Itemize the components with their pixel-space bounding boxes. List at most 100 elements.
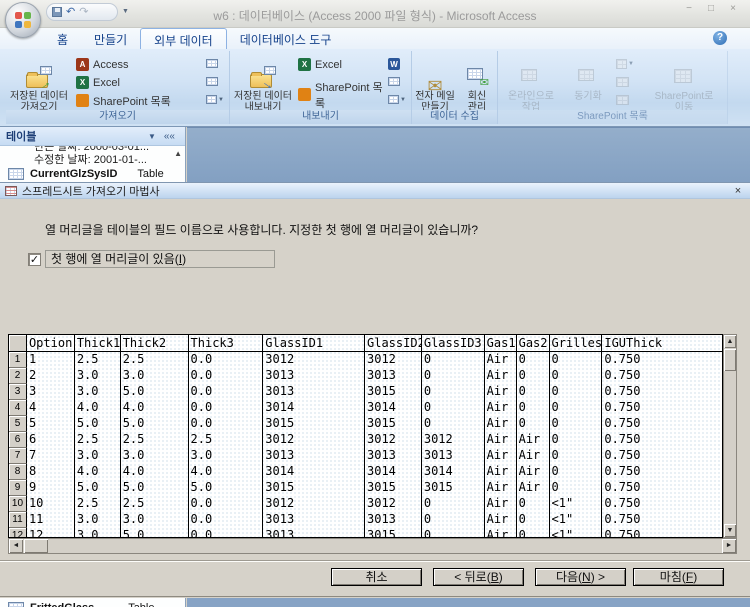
finish-button[interactable]: 마침(F): [633, 568, 724, 586]
scroll-down-icon[interactable]: ▼: [724, 524, 736, 537]
scroll-up-icon[interactable]: ▲: [724, 335, 736, 348]
ribbon-group-collect-data: ✉ 전자 메일 만들기 ✉ 회신 관리 데이터 수집: [412, 51, 498, 124]
table-cell: 5: [27, 416, 75, 432]
horizontal-scrollbar[interactable]: ◄ ►: [8, 538, 737, 554]
create-email-icon: ✉: [425, 66, 445, 88]
table-cell: 0: [422, 496, 485, 512]
table-cell: 3: [27, 384, 75, 400]
saved-exports-button[interactable]: → 저장된 데이터 내보내기: [234, 54, 292, 110]
table-cell: 3.0: [75, 448, 121, 464]
export-excel-button[interactable]: X Excel: [298, 57, 390, 72]
table-cell: 4.0: [189, 464, 264, 480]
save-icon[interactable]: [52, 7, 62, 17]
help-icon[interactable]: ?: [713, 31, 727, 45]
import-textfile-button[interactable]: [206, 56, 224, 71]
import-excel-button[interactable]: X Excel: [76, 75, 204, 90]
export-more-button[interactable]: ▼: [388, 92, 406, 107]
import-more-button[interactable]: ▼: [206, 92, 224, 107]
import-access-button[interactable]: A Access: [76, 57, 204, 72]
tab-home[interactable]: 홈: [44, 28, 81, 49]
cancel-button[interactable]: 취소: [331, 568, 422, 586]
synchronize-icon: [578, 66, 598, 88]
close-button[interactable]: ×: [726, 3, 740, 14]
table-row: 773.03.03.0301330133013AirAir00.750: [9, 448, 722, 464]
export-sharepoint-button[interactable]: SharePoint 목록: [298, 87, 390, 102]
nav-scroll-up-icon[interactable]: ▲: [174, 149, 182, 158]
table-cell: 0.750: [602, 368, 722, 384]
nav-pane-header[interactable]: 테이블 ▼ ««: [0, 127, 185, 146]
table-cell: 4.0: [75, 400, 121, 416]
export-word-button[interactable]: W: [388, 56, 406, 71]
table-cell: 3015: [365, 416, 422, 432]
redo-icon[interactable]: ↷: [79, 7, 88, 17]
tab-external-data[interactable]: 외부 데이터: [140, 28, 227, 49]
workspace-background: [187, 127, 750, 182]
ribbon-group-import: → 저장된 데이터 가져오기 A Access X Excel SharePoi…: [6, 51, 230, 124]
vertical-scroll-thumb[interactable]: [724, 349, 736, 371]
table-cell: 3012: [365, 432, 422, 448]
table-cell: 5.0: [121, 528, 189, 538]
export-textfile-button[interactable]: [388, 74, 406, 89]
ribbon-group-sharepoint-lists: 온라인으로 작업 동기화 ▼ SharePoint로 이동 SharePoint…: [498, 51, 728, 124]
create-email-button[interactable]: ✉ 전자 메일 만들기: [412, 54, 458, 110]
table-cell: 0: [517, 352, 550, 368]
table-cell: 5.0: [121, 480, 189, 496]
manage-replies-button[interactable]: ✉ 회신 관리: [458, 54, 496, 110]
data-preview: OptionThick1Thick2Thick3GlassID1GlassID2…: [8, 334, 737, 554]
table-cell: 3012: [263, 496, 365, 512]
vertical-scrollbar[interactable]: ▲ ▼: [723, 334, 737, 538]
table-cell: 0.750: [602, 496, 722, 512]
import-xml-button[interactable]: [206, 74, 224, 89]
first-row-headers-label[interactable]: 첫 행에 열 머리글이 있음(I): [45, 250, 275, 268]
table-cell: 0: [550, 400, 603, 416]
table-cell: 0.0: [189, 368, 264, 384]
office-button[interactable]: [5, 2, 41, 38]
nav-item-frittedglass[interactable]: FrittedGlass Table: [0, 598, 186, 607]
maximize-button[interactable]: □: [704, 3, 718, 14]
table-cell: 6: [27, 432, 75, 448]
table-cell: 5: [9, 416, 27, 432]
minimize-button[interactable]: −: [682, 3, 696, 14]
nav-pane-menu-icon[interactable]: ▼: [144, 132, 160, 141]
first-row-headers-checkbox[interactable]: ✓: [28, 253, 41, 266]
nav-pane-collapse-icon[interactable]: ««: [160, 131, 179, 142]
table-cell: 2.5: [121, 496, 189, 512]
table-cell: 3.0: [75, 368, 121, 384]
table-cell: 0: [550, 384, 603, 400]
nav-item-currentglzsysid[interactable]: CurrentGlzSysID Table: [8, 168, 185, 180]
tab-create[interactable]: 만들기: [81, 28, 140, 49]
table-cell: 3.0: [121, 512, 189, 528]
table-cell: Air: [485, 512, 517, 528]
table-cell: 4: [27, 400, 75, 416]
dialog-titlebar[interactable]: 스프레드시트 가져오기 마법사 ×: [0, 183, 750, 199]
table-icon: [8, 602, 24, 607]
table-cell: Air: [485, 416, 517, 432]
table-cell: 0: [550, 416, 603, 432]
table-cell: 0.750: [602, 464, 722, 480]
table-cell: 4.0: [121, 400, 189, 416]
saved-imports-button[interactable]: → 저장된 데이터 가져오기: [10, 54, 68, 110]
table-cell: 0.0: [189, 416, 264, 432]
bottom-strip: FrittedGlass Table: [0, 598, 750, 607]
horizontal-scroll-thumb[interactable]: [24, 539, 48, 553]
table-cell: 7: [27, 448, 75, 464]
wizard-buttons: 취소 < 뒤로(B) 다음(N) > 마침(F): [0, 568, 750, 588]
dialog-close-icon[interactable]: ×: [731, 185, 745, 197]
table-cell: Air: [485, 464, 517, 480]
table-cell: <1": [550, 528, 603, 538]
next-button[interactable]: 다음(N) >: [535, 568, 626, 586]
table-cell: 0: [517, 528, 550, 538]
back-button[interactable]: < 뒤로(B): [433, 568, 524, 586]
import-sharepoint-button[interactable]: SharePoint 목록: [76, 93, 204, 108]
scroll-right-icon[interactable]: ►: [722, 539, 736, 553]
table-cell: 0: [550, 448, 603, 464]
table-icon: [8, 168, 24, 180]
table-cell: Air: [485, 448, 517, 464]
access-icon: A: [76, 58, 89, 71]
scroll-left-icon[interactable]: ◄: [9, 539, 23, 553]
tab-database-tools[interactable]: 데이터베이스 도구: [227, 28, 345, 49]
table-cell: 0: [550, 352, 603, 368]
qat-customize-icon[interactable]: ▼: [122, 8, 129, 15]
table-cell: GlassID2: [365, 335, 422, 352]
undo-icon[interactable]: ↶: [66, 7, 75, 17]
